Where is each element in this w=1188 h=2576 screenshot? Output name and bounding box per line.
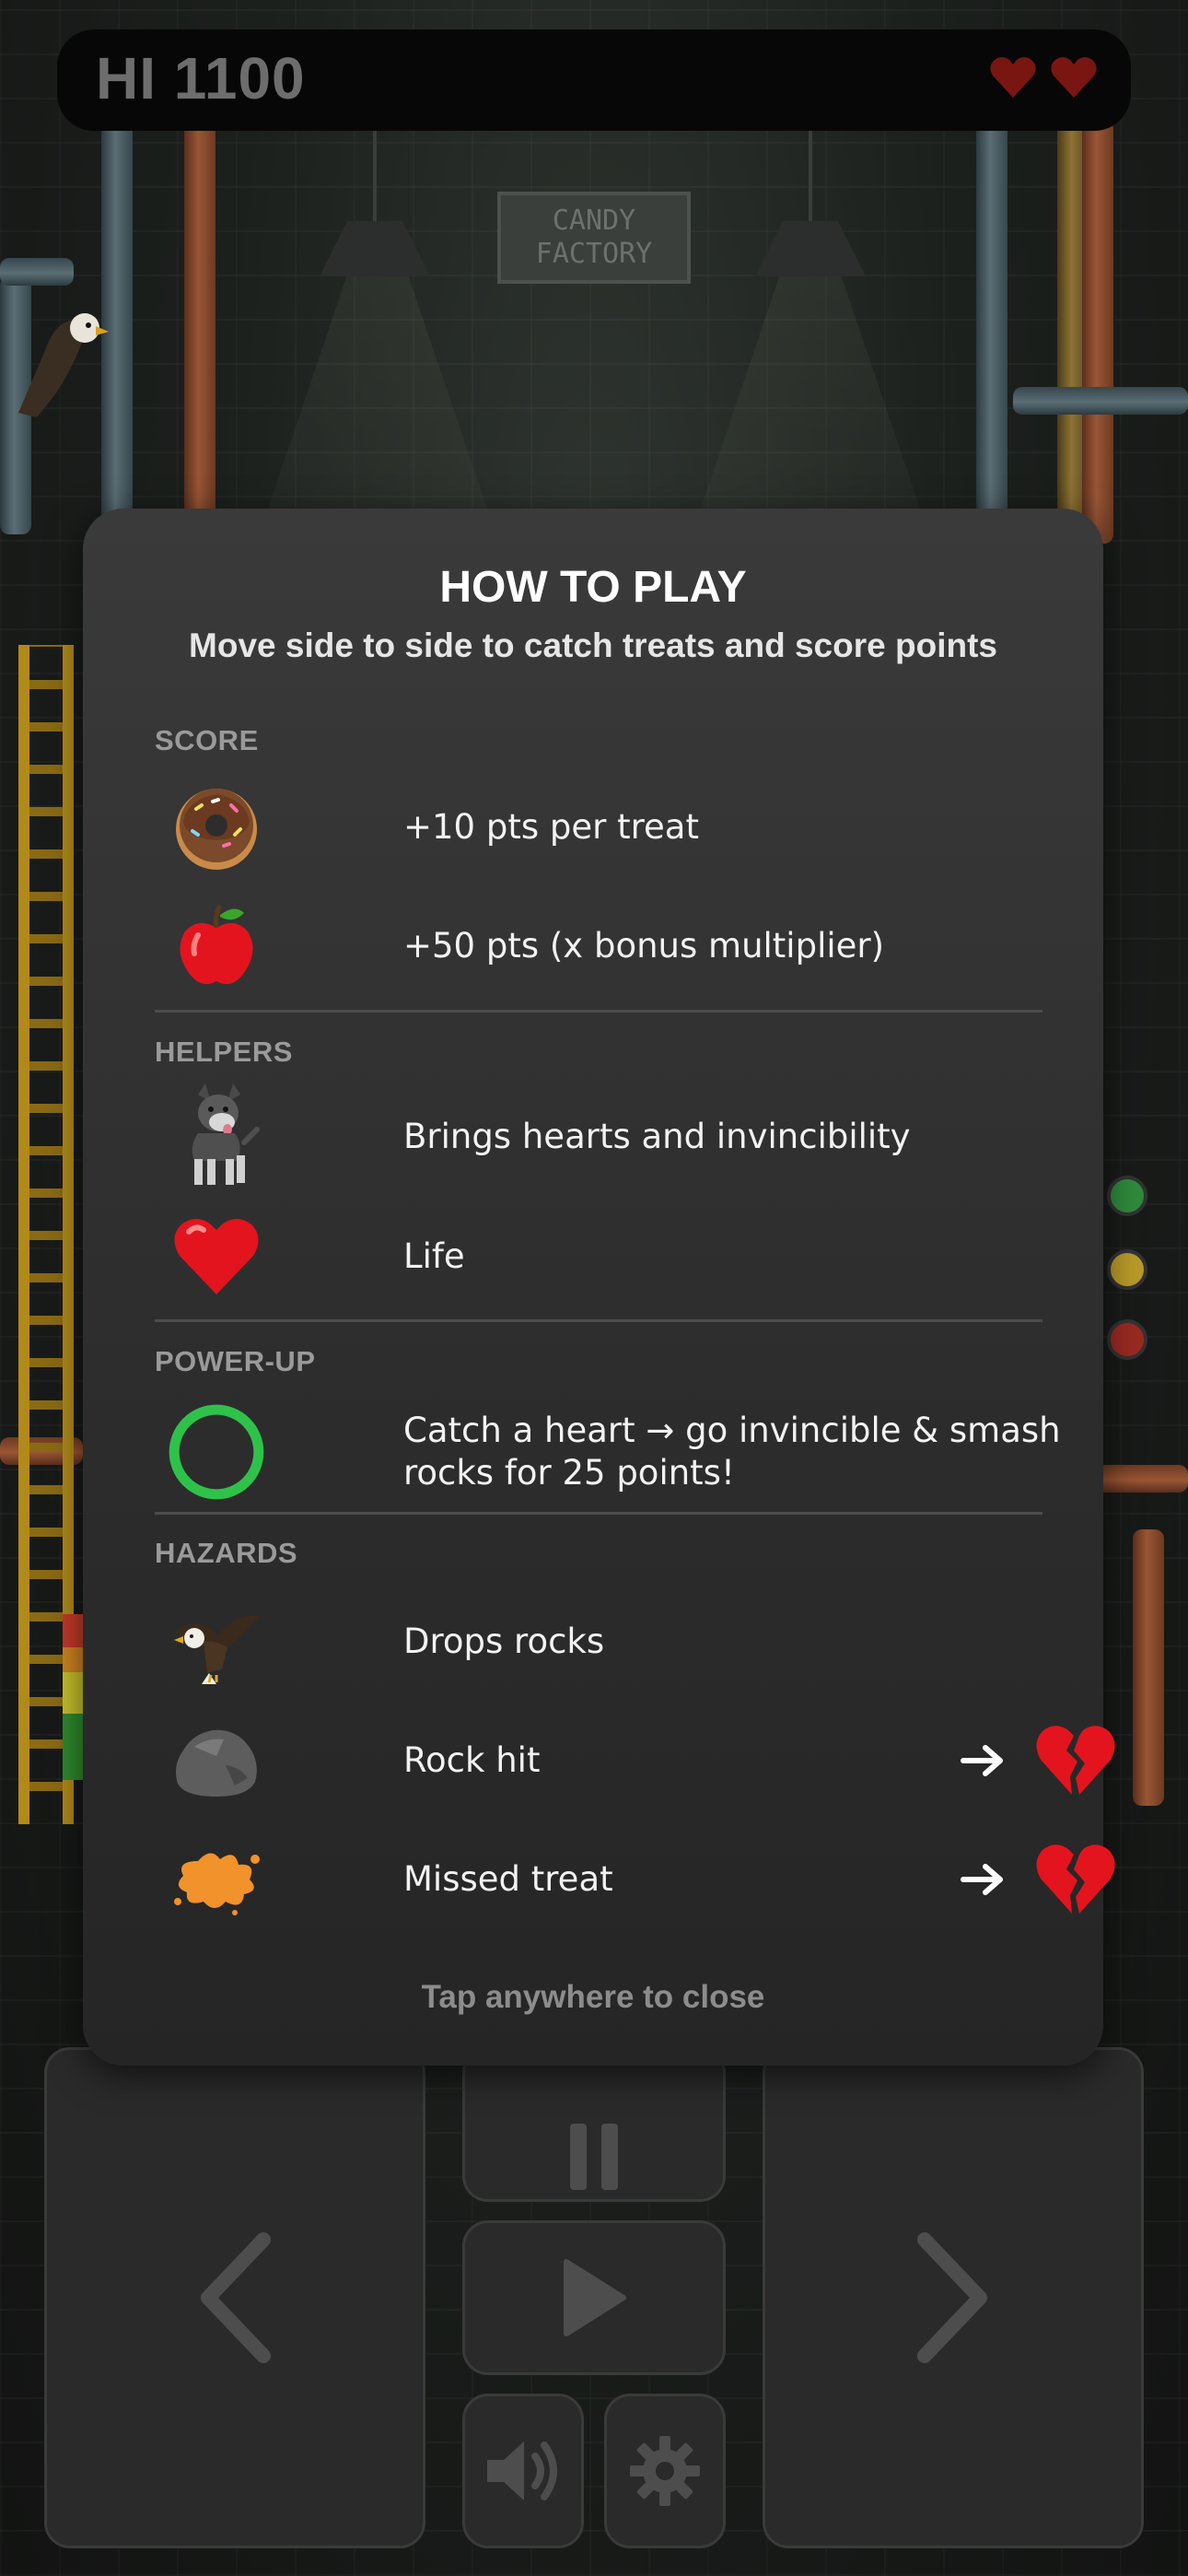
pipe (1082, 120, 1113, 544)
section-heading-hazards: HAZARDS (155, 1537, 298, 1569)
arrow-right-icon (961, 1864, 1003, 1895)
move-right-button[interactable] (763, 2047, 1144, 2548)
life-heart-icon (1051, 57, 1097, 98)
pipe (0, 258, 74, 286)
helper-heart-text: Life (403, 1236, 465, 1276)
chevron-right-icon (917, 2232, 987, 2363)
dog-icon (166, 1083, 267, 1188)
broken-heart-icon (1036, 1844, 1115, 1914)
donut-icon (166, 777, 267, 878)
score-apple-text: +50 pts (x bonus multiplier) (403, 926, 885, 966)
high-score: HI 1100 (96, 45, 306, 111)
section-heading-score: SCORE (155, 724, 259, 756)
tap-to-close-hint: Tap anywhere to close (421, 1979, 765, 2015)
settings-button[interactable] (604, 2394, 726, 2548)
section-divider (155, 1512, 1042, 1515)
splat-icon (166, 1829, 267, 1930)
lives-indicator (989, 55, 1098, 100)
score-treat-text: +10 pts per treat (403, 807, 699, 847)
play-icon (564, 2259, 626, 2336)
top-hud-bar: HI 1100 (57, 29, 1131, 131)
pipe (976, 120, 1007, 516)
eagle-icon (166, 1591, 267, 1692)
life-heart-icon (990, 57, 1036, 98)
hazard-eagle-text: Drops rocks (403, 1622, 605, 1661)
section-divider (155, 1010, 1042, 1013)
helper-dog-text: Brings hearts and invincibility (403, 1117, 911, 1156)
helper-row-dog: Brings hearts and invincibility (166, 1083, 1087, 1188)
section-heading-powerup: POWER-UP (155, 1345, 316, 1377)
score-row-apple: +50 pts (x bonus multiplier) (166, 896, 1087, 997)
hazard-row-splat: Missed treat (166, 1829, 1115, 1930)
green-ring-icon (166, 1397, 267, 1507)
apple-icon (166, 896, 267, 997)
broken-heart-icon (1036, 1726, 1115, 1795)
pipe (1013, 387, 1188, 415)
sign-line: FACTORY (535, 238, 653, 270)
rock-icon (166, 1710, 267, 1811)
hazard-row-rock: Rock hit (166, 1710, 1115, 1811)
how-to-play-modal[interactable]: HOW TO PLAY Move side to side to catch t… (83, 509, 1115, 2066)
chevron-left-icon (201, 2232, 271, 2363)
sound-button[interactable] (462, 2394, 584, 2548)
heart-icon (166, 1206, 267, 1307)
speaker-icon (487, 2441, 557, 2500)
pause-button[interactable] (462, 2047, 726, 2202)
hazard-splat-text: Missed treat (403, 1859, 613, 1899)
status-light-green (1107, 1176, 1147, 1216)
status-light-yellow (1107, 1249, 1147, 1290)
pipe (1133, 1529, 1164, 1806)
sign-line: CANDY (552, 205, 636, 237)
powerup-text-line: rocks for 25 points! (403, 1453, 735, 1493)
score-row-treat: +10 pts per treat (166, 777, 1087, 878)
section-divider (155, 1319, 1042, 1322)
modal-subtitle: Move side to side to catch treats and sc… (189, 626, 997, 664)
move-left-button[interactable] (44, 2047, 425, 2548)
powerup-text-line: Catch a heart → go invincible & smash (403, 1411, 1061, 1450)
lamp-cord (373, 129, 377, 221)
status-light-red (1107, 1319, 1147, 1360)
eagle-perched-icon (18, 313, 109, 417)
candy-factory-sign: CANDY FACTORY (497, 192, 691, 284)
arrow-right-icon (961, 1745, 1003, 1776)
powerup-text: Catch a heart → go invincible & smash ro… (403, 1410, 1061, 1494)
gear-icon (630, 2436, 700, 2506)
powerup-row: Catch a heart → go invincible & smash ro… (166, 1397, 1087, 1507)
hazard-row-eagle: Drops rocks (166, 1591, 1087, 1692)
pause-icon (570, 2124, 618, 2190)
helper-row-heart: Life (166, 1206, 1087, 1307)
hazard-rock-text: Rock hit (403, 1740, 541, 1780)
lamp-cord (809, 129, 812, 221)
play-button[interactable] (462, 2220, 726, 2375)
section-heading-helpers: HELPERS (155, 1036, 293, 1068)
modal-title: HOW TO PLAY (439, 563, 747, 612)
